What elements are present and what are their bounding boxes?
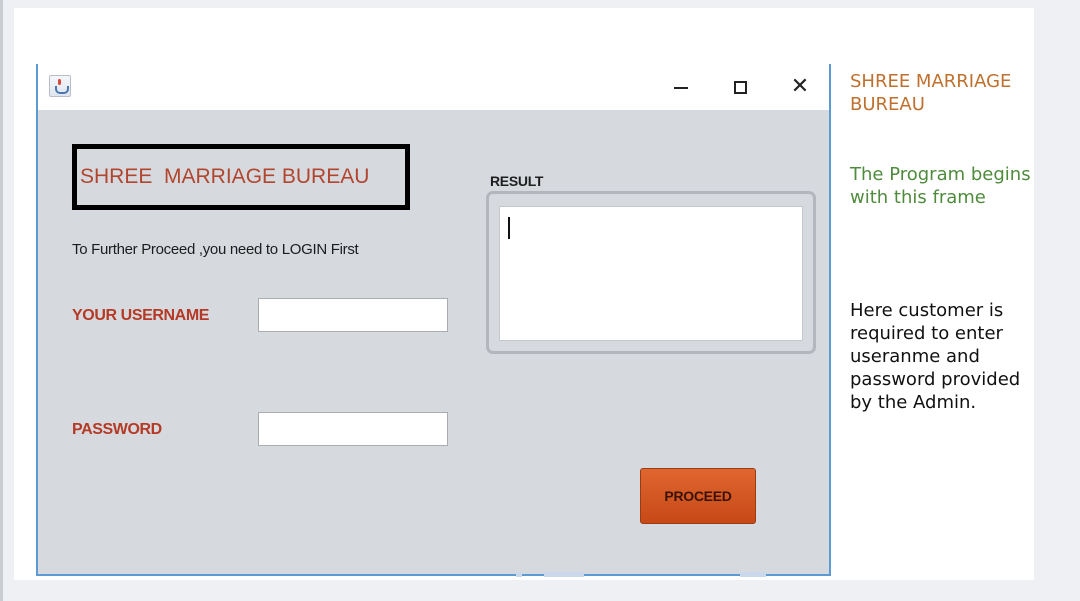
note-intro: The Program begins with this frame <box>850 164 1031 208</box>
minimize-button[interactable] <box>664 72 698 102</box>
left-edge-rule <box>0 0 3 601</box>
result-textarea[interactable] <box>499 206 803 341</box>
brand-title: SHREE MARRIAGE BUREAU <box>80 165 370 188</box>
close-button[interactable]: ✕ <box>783 72 817 102</box>
note-title: SHREE MARRIAGE BUREAU <box>850 71 1012 115</box>
result-label: RESULT <box>490 173 544 189</box>
password-input[interactable] <box>258 412 448 446</box>
password-label: PASSWORD <box>72 421 162 438</box>
result-frame <box>486 191 816 354</box>
proceed-button[interactable]: PROCEED <box>640 468 756 524</box>
close-icon: ✕ <box>790 74 810 99</box>
text-caret <box>508 217 510 239</box>
username-label: YOUR USERNAME <box>72 307 210 324</box>
brand-title-box: SHREE MARRIAGE BUREAU <box>72 144 410 210</box>
maximize-button[interactable] <box>723 72 757 102</box>
login-hint-text: To Further Proceed ,you need to LOGIN Fi… <box>72 241 359 258</box>
maximize-icon <box>733 80 747 94</box>
login-window: ✕ SHREE MARRIAGE BUREAU To Further Proce… <box>36 64 831 576</box>
form-panel: SHREE MARRIAGE BUREAU To Further Proceed… <box>38 110 829 576</box>
document-page: ✕ SHREE MARRIAGE BUREAU To Further Proce… <box>14 8 1034 580</box>
minimize-icon <box>674 87 688 89</box>
proceed-label: PROCEED <box>664 488 732 504</box>
note-description: Here customer is required to enter usera… <box>850 300 1021 413</box>
taskbar-fragment <box>516 572 522 577</box>
title-bar: ✕ <box>38 64 829 110</box>
username-input[interactable] <box>258 298 448 332</box>
taskbar-fragment <box>740 572 766 577</box>
java-icon[interactable] <box>49 75 71 97</box>
taskbar-fragment <box>544 572 584 577</box>
